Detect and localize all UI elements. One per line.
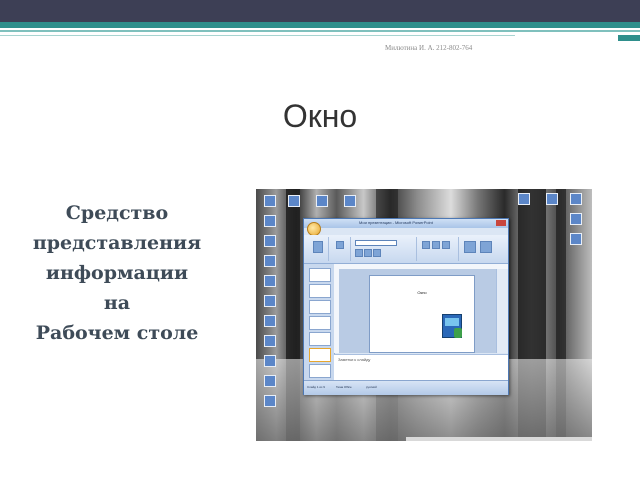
desktop-icon[interactable] [264,255,276,267]
desktop-icon[interactable] [264,375,276,387]
description-line: Рабочем столе [35,322,199,344]
slide-thumbnail[interactable] [309,316,331,330]
window-titlebar[interactable]: Мои презентации - Microsoft PowerPoint [304,219,508,228]
desktop-icon[interactable] [570,213,582,225]
office-button-icon[interactable] [307,222,321,236]
window-title: Мои презентации - Microsoft PowerPoint [359,220,433,225]
ribbon-group [418,237,459,261]
ribbon-group [352,237,417,261]
paste-icon[interactable] [313,241,323,253]
arrange-icon[interactable] [480,241,492,253]
desktop-icon[interactable] [264,275,276,287]
status-language: русский [366,385,377,389]
slide-canvas: Окно [339,269,496,353]
status-theme: Тема Office [336,385,352,389]
slide-thumbnail[interactable] [309,284,331,298]
slide-thumbnail[interactable] [309,300,331,314]
slide-thumbnail-selected[interactable] [309,348,331,362]
desktop-icon[interactable] [264,215,276,227]
ribbon [304,235,508,264]
align-left-icon[interactable] [422,241,430,249]
vertical-scrollbar[interactable] [496,269,508,353]
ribbon-group [306,237,329,261]
description-line: на [103,292,131,314]
author-caption: Милютина И. А. 212-802-764 [385,44,473,52]
taskbar[interactable] [406,437,592,441]
accent-line-hairline [0,35,515,36]
notes-pane[interactable]: Заметки к слайду [334,354,508,381]
page-title: Окно [282,98,358,134]
desktop-icon[interactable] [344,195,356,207]
description-line: Средство [65,202,169,224]
desktop-icon[interactable] [546,193,558,205]
slide-thumbnail[interactable] [309,268,331,282]
align-right-icon[interactable] [442,241,450,249]
desktop-icon[interactable] [264,355,276,367]
status-bar: Слайд 1 из 9 Тема Office русский [304,380,508,395]
close-icon[interactable] [496,220,506,226]
status-slide-count: Слайд 1 из 9 [307,385,325,389]
shapes-icon[interactable] [464,241,476,253]
desktop-icon[interactable] [288,195,300,207]
desktop-icon[interactable] [518,193,530,205]
desktop-icon[interactable] [264,235,276,247]
desktop-icon[interactable] [570,193,582,205]
person-figure-icon [454,328,462,338]
desktop-icon[interactable] [316,195,328,207]
slide-thumbnail[interactable] [309,332,331,346]
desktop-icon[interactable] [264,335,276,347]
slide-preview-title: Окно [417,290,427,295]
slide-description: Средство представления информации на Раб… [14,198,220,348]
top-decor-bar [0,0,640,22]
accent-stub [618,35,640,41]
desktop-icon[interactable] [264,195,276,207]
desktop-icon[interactable] [264,315,276,327]
slide-thumbnails-panel [304,264,335,380]
desktop-icon[interactable] [570,233,582,245]
desktop-icon[interactable] [264,395,276,407]
font-select[interactable] [355,240,397,246]
description-line: информации [45,262,189,284]
underline-icon[interactable] [373,249,381,257]
new-slide-icon[interactable] [336,241,344,249]
slide-thumbnail[interactable] [309,364,331,378]
description-line: представления [32,232,202,254]
accent-line [0,22,640,28]
accent-line-thin [0,30,640,32]
italic-icon[interactable] [364,249,372,257]
powerpoint-window[interactable]: Мои презентации - Microsoft PowerPoint Г… [303,218,509,395]
notes-placeholder: Заметки к слайду [338,357,371,362]
desktop-screenshot: Мои презентации - Microsoft PowerPoint Г… [256,189,592,441]
ribbon-group [330,237,351,261]
desktop-icon[interactable] [264,295,276,307]
align-center-icon[interactable] [432,241,440,249]
bold-icon[interactable] [355,249,363,257]
slide-preview[interactable]: Окно [369,275,475,353]
ribbon-group [460,237,506,261]
